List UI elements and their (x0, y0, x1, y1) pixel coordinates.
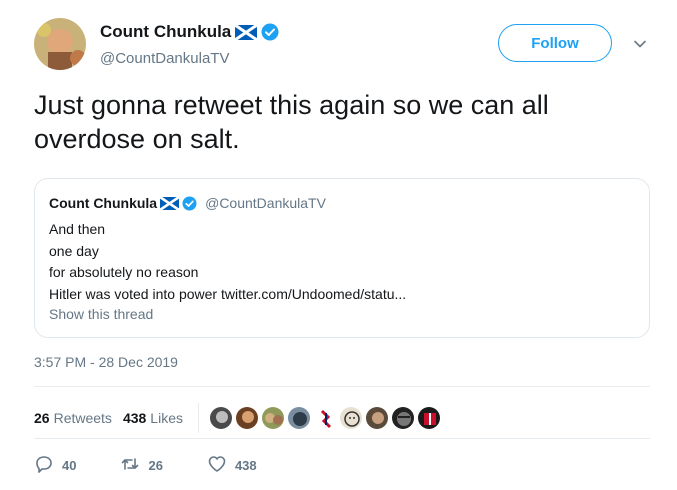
liker-avatar[interactable] (260, 406, 285, 430)
tweet-timestamp[interactable]: 3:57 PM - 28 Dec 2019 (34, 354, 178, 370)
tweet-text: Just gonna retweet this again so we can … (34, 90, 549, 154)
engagement-stats: 26 Retweets 438 Likes (34, 403, 443, 433)
reply-count: 40 (62, 458, 77, 473)
liker-avatar[interactable] (364, 406, 389, 430)
tweet-actions: 40 26 438 (34, 454, 301, 477)
quoted-author-name: Count Chunkula (49, 195, 158, 211)
like-button[interactable]: 438 (207, 454, 257, 477)
quoted-author-handle: @CountDankulaTV (205, 195, 326, 211)
liker-avatar[interactable] (338, 406, 363, 430)
retweet-count: 26 (148, 458, 163, 473)
liker-avatars (208, 406, 443, 430)
divider (34, 386, 650, 387)
divider (197, 403, 199, 433)
reply-icon (34, 454, 54, 477)
divider (34, 438, 650, 439)
quoted-tweet-body: And then one day for absolutely no reaso… (49, 219, 406, 305)
follow-button[interactable]: Follow (498, 24, 612, 62)
liker-avatar[interactable] (390, 406, 415, 430)
quoted-tweet[interactable]: Count Chunkula @CountDankulaTV And then … (34, 178, 650, 338)
heart-icon (207, 454, 227, 477)
verified-badge-icon (261, 23, 279, 41)
liker-avatar[interactable] (416, 406, 441, 430)
author-name-row[interactable]: Count Chunkula (100, 22, 279, 42)
tweet-header: Count Chunkula @CountDankulaTV Follow (34, 16, 654, 76)
retweet-button[interactable]: 26 (120, 454, 163, 477)
chevron-down-icon[interactable] (632, 36, 648, 52)
author-avatar[interactable] (34, 18, 86, 70)
liker-avatar[interactable] (286, 406, 311, 430)
author-handle[interactable]: @CountDankulaTV (100, 50, 229, 67)
quoted-tweet-header: Count Chunkula @CountDankulaTV (49, 195, 326, 211)
liker-avatar[interactable] (234, 406, 259, 430)
retweets-count[interactable]: 26 (34, 410, 50, 426)
author-display-name[interactable]: Count Chunkula (100, 22, 231, 42)
reply-button[interactable]: 40 (34, 454, 76, 477)
scotland-flag-icon (159, 195, 180, 211)
likes-label[interactable]: Likes (150, 410, 183, 426)
quoted-line: for absolutely no reason (49, 264, 199, 280)
quoted-line: Hitler was voted into power twitter.com/… (49, 285, 407, 302)
show-thread-link[interactable]: Show this thread (49, 306, 153, 322)
liker-avatar[interactable] (208, 406, 233, 430)
retweet-icon (120, 454, 140, 477)
like-count: 438 (234, 458, 257, 473)
likes-count[interactable]: 438 (123, 410, 146, 426)
quoted-line: And then (49, 221, 106, 237)
scotland-flag-icon (234, 23, 259, 41)
liker-avatar[interactable] (312, 406, 337, 430)
verified-badge-icon (182, 196, 197, 211)
retweets-label[interactable]: Retweets (54, 410, 112, 426)
quoted-line: one day (49, 242, 99, 259)
